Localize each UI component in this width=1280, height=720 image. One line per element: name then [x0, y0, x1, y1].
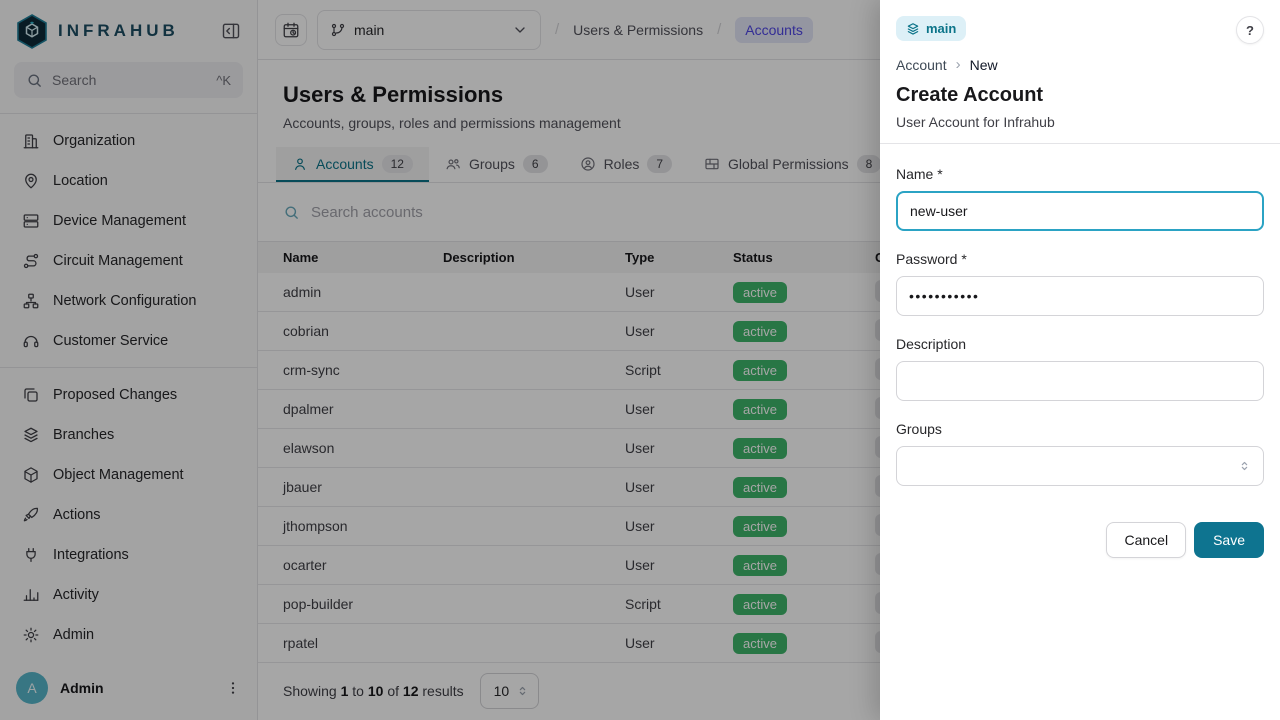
- name-field-group: Name *: [896, 166, 1264, 231]
- description-field-label: Description: [896, 336, 1264, 352]
- password-field-group: Password *: [896, 251, 1264, 316]
- drawer-overlay[interactable]: [0, 0, 880, 720]
- groups-field-label: Groups: [896, 421, 1264, 437]
- groups-field-group: Groups: [896, 421, 1264, 486]
- help-button[interactable]: ?: [1236, 16, 1264, 44]
- save-button[interactable]: Save: [1194, 522, 1264, 558]
- drawer-actions: Cancel Save: [880, 506, 1280, 558]
- branch-badge[interactable]: main: [896, 16, 966, 41]
- name-field-label: Name *: [896, 166, 1264, 182]
- description-field[interactable]: [896, 361, 1264, 401]
- drawer-subtitle: User Account for Infrahub: [896, 114, 1264, 130]
- password-field-label: Password *: [896, 251, 1264, 267]
- drawer-breadcrumb-current: New: [970, 57, 998, 73]
- groups-select[interactable]: [896, 446, 1264, 486]
- password-field[interactable]: [896, 276, 1264, 316]
- drawer-breadcrumb: Account › New: [896, 56, 1264, 73]
- cancel-button[interactable]: Cancel: [1106, 522, 1186, 558]
- create-account-drawer: main ? Account › New Create Account User…: [880, 0, 1280, 720]
- app-root: INFRAHUB Search ^K Organization Location: [0, 0, 1280, 720]
- create-account-form: Name * Password * Description Groups: [880, 144, 1280, 506]
- drawer-header: main ? Account › New Create Account User…: [880, 0, 1280, 144]
- name-field[interactable]: [896, 191, 1264, 231]
- drawer-title: Create Account: [896, 84, 1264, 107]
- chevron-right-icon: ›: [956, 56, 961, 73]
- drawer-breadcrumb-parent[interactable]: Account: [896, 57, 947, 73]
- layers-icon: [906, 22, 920, 36]
- description-field-group: Description: [896, 336, 1264, 401]
- caret-up-down-icon: [1238, 459, 1251, 473]
- branch-badge-label: main: [926, 21, 956, 36]
